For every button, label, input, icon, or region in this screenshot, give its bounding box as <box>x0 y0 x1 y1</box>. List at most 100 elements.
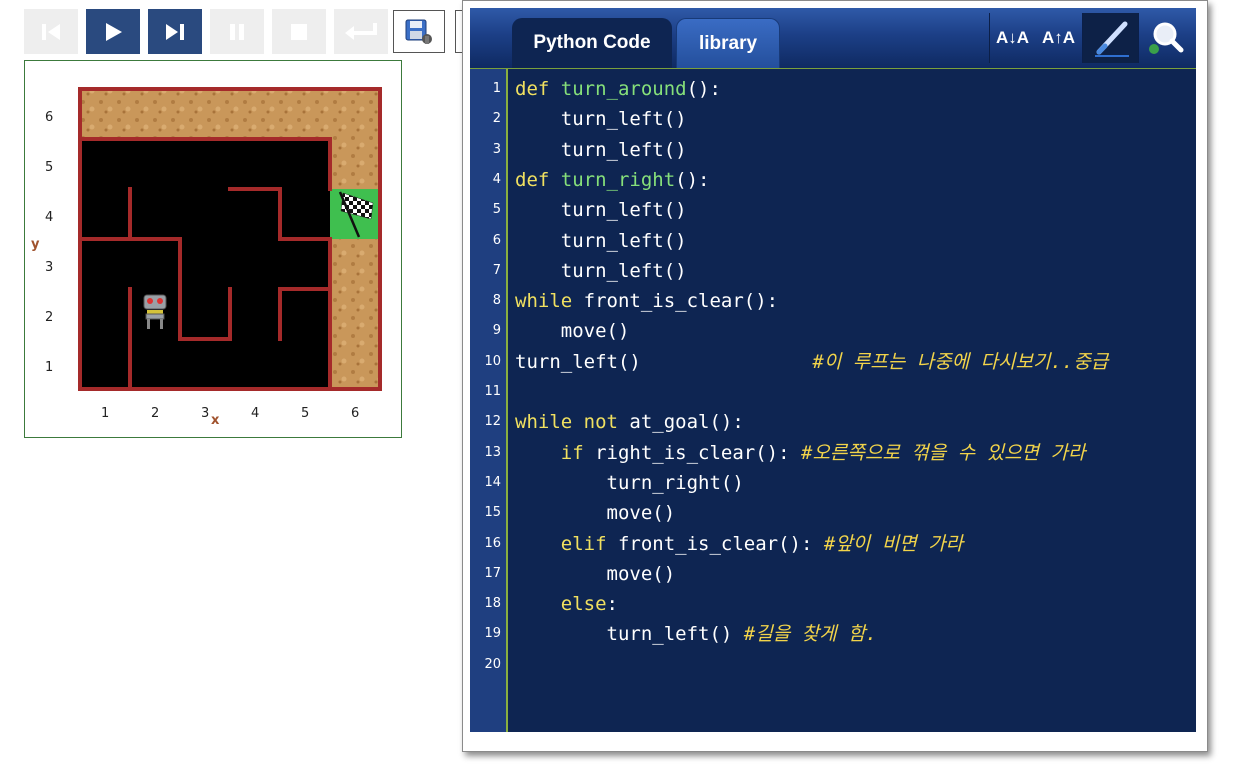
decrease-font-button[interactable]: A↓A <box>989 13 1035 63</box>
line-number: 3 <box>492 141 501 157</box>
highlight-toggle-button[interactable] <box>1082 13 1138 63</box>
reset-button[interactable] <box>334 9 388 54</box>
maze-floor <box>80 139 330 389</box>
code-token: turn_left() <box>515 199 687 222</box>
code-line[interactable]: turn_left() #길을 찾게 함. <box>515 622 877 646</box>
y-tick: 2 <box>45 310 53 325</box>
code-token: turn_right <box>560 168 676 191</box>
code-token: turn_right() <box>515 471 744 494</box>
line-number: 19 <box>484 626 501 642</box>
editor-header: Python Code library A↓A A↑A <box>470 8 1196 70</box>
code-token: turn_around <box>560 78 687 100</box>
code-token: if <box>560 441 596 464</box>
stop-button[interactable] <box>272 9 326 54</box>
x-axis-ticks: 1 2 3 4 5 6 <box>101 406 359 421</box>
magnifier-icon <box>1148 22 1183 54</box>
code-token: turn_left() <box>515 108 687 131</box>
code-line[interactable]: move() <box>515 501 676 525</box>
code-token: while not <box>515 411 630 434</box>
code-token: front_is_clear(): <box>617 532 824 555</box>
line-number: 10 <box>484 353 501 369</box>
pause-icon <box>230 23 244 40</box>
tab-library[interactable]: library <box>676 18 780 68</box>
step-forward-icon <box>166 23 184 40</box>
step-button[interactable] <box>148 9 202 54</box>
line-number: 6 <box>492 232 501 248</box>
code-token: at_goal(): <box>629 411 744 434</box>
x-tick: 6 <box>351 406 359 421</box>
code-line[interactable]: if right_is_clear(): #오른쪽으로 꺾을 수 있으면 가라 <box>515 441 1086 465</box>
run-button[interactable] <box>86 9 140 54</box>
line-number: 1 <box>492 81 501 96</box>
x-tick: 5 <box>301 406 309 421</box>
first-step-button[interactable] <box>24 9 78 54</box>
save-world-icon <box>405 19 432 44</box>
code-editor[interactable]: 1 2 3 4 5 6 7 8 9 10 11 12 13 14 15 16 17 18 19 20 def turn… <box>470 69 1196 732</box>
code-token: move() <box>515 320 630 343</box>
line-number: 11 <box>484 384 501 399</box>
skip-to-start-icon <box>42 23 60 40</box>
return-icon <box>345 22 377 40</box>
code-token: right_is_clear(): <box>595 441 801 464</box>
y-tick: 1 <box>45 360 53 375</box>
line-number: 12 <box>484 414 501 430</box>
x-tick: 1 <box>101 406 109 421</box>
code-token: while <box>515 290 584 313</box>
code-line[interactable]: turn_left() <box>515 107 687 131</box>
y-axis-label: y <box>31 237 40 252</box>
line-number: 15 <box>484 505 501 521</box>
code-token: move() <box>515 562 676 585</box>
code-token: elif <box>560 532 618 555</box>
code-comment: #길을 찾게 함. <box>743 623 877 646</box>
save-world-button[interactable] <box>393 10 445 53</box>
y-tick: 6 <box>45 110 53 125</box>
tab-python-code[interactable]: Python Code <box>512 18 672 68</box>
code-line[interactable]: while front_is_clear(): <box>515 289 778 313</box>
code-line[interactable]: def turn_around(): <box>515 77 721 101</box>
increase-font-button[interactable]: A↑A <box>1035 13 1082 63</box>
line-number: 14 <box>484 474 501 490</box>
line-number: 5 <box>492 202 501 218</box>
code-line[interactable]: turn_right() <box>515 471 744 495</box>
code-line[interactable]: move() <box>515 319 630 343</box>
play-icon <box>106 22 122 41</box>
code-token: else <box>560 593 607 616</box>
y-axis-ticks: 6 5 4 3 2 1 <box>45 110 53 375</box>
code-token: (): <box>686 78 721 100</box>
line-number: 7 <box>492 262 501 278</box>
line-number: 16 <box>484 535 501 551</box>
x-axis-label: x <box>211 413 220 428</box>
code-line[interactable]: else: <box>515 592 618 616</box>
line-number: 2 <box>492 111 501 127</box>
code-line[interactable]: turn_left() #이 루프는 나중에 다시보기..중급 <box>515 350 1108 374</box>
code-line[interactable]: elif front_is_clear(): #앞이 비면 가라 <box>515 532 963 556</box>
y-tick: 3 <box>45 260 53 275</box>
line-number: 18 <box>484 596 501 612</box>
world-panel: y 6 5 4 3 2 1 1 2 3 4 5 6 x <box>24 60 402 438</box>
code-token: front_is_clear(): <box>583 290 779 313</box>
line-number-gutter: 1 2 3 4 5 6 7 8 9 10 11 12 13 14 15 16 17 18 19 20 <box>470 69 508 732</box>
code-line[interactable]: turn_left() <box>515 198 687 222</box>
x-tick: 4 <box>251 406 259 421</box>
line-number: 9 <box>492 323 501 339</box>
line-number: 20 <box>484 656 501 672</box>
y-tick: 5 <box>45 160 53 175</box>
world-canvas: y 6 5 4 3 2 1 1 2 3 4 5 6 x <box>31 87 382 428</box>
code-line[interactable]: turn_left() <box>515 259 687 283</box>
search-button[interactable] <box>1138 13 1190 63</box>
code-comment: #앞이 비면 가라 <box>823 532 964 555</box>
code-line[interactable]: turn_left() <box>515 138 687 162</box>
code-line[interactable]: def turn_right(): <box>515 168 709 192</box>
code-line[interactable]: turn_left() <box>515 229 687 253</box>
decrease-font-icon: A↓A <box>995 28 1030 47</box>
code-line[interactable]: while not at_goal(): <box>515 410 744 434</box>
code-line[interactable]: move() <box>515 562 676 586</box>
code-token: : <box>606 593 618 616</box>
increase-font-icon: A↑A <box>1041 28 1076 47</box>
code-token: (): <box>675 168 710 191</box>
x-tick: 3 <box>201 406 209 421</box>
code-token: def <box>515 168 561 191</box>
pause-button[interactable] <box>210 9 264 54</box>
